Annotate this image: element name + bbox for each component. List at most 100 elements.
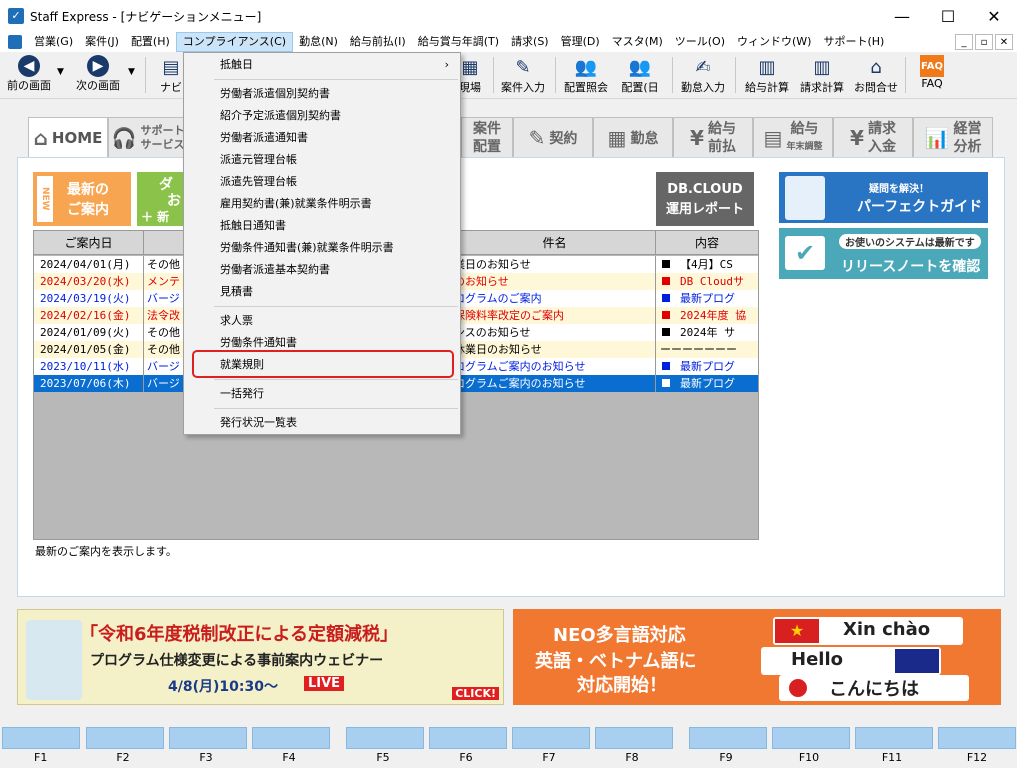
- multilingual-banner[interactable]: NEO多言語対応 英語・ベトナム語に 対応開始！ ★ Xin chào Hell…: [513, 609, 1001, 705]
- fkey-f1-button[interactable]: [2, 727, 80, 749]
- fkey-label: F7: [542, 751, 556, 764]
- fkey-f5-button[interactable]: [346, 727, 424, 749]
- fkey-f9-button[interactable]: [689, 727, 767, 749]
- minimize-button[interactable]: —: [879, 0, 925, 32]
- fkey-f10-button[interactable]: [772, 727, 850, 749]
- tab-case-placement[interactable]: 案件 配置: [461, 117, 513, 159]
- menu-support[interactable]: サポート(H): [817, 32, 890, 52]
- header-content[interactable]: 内容: [656, 231, 758, 255]
- mdi-minimize-button[interactable]: _: [955, 34, 973, 50]
- mdi-restore-button[interactable]: ▫: [975, 34, 993, 50]
- menu-item-11[interactable]: 求人票: [185, 310, 459, 332]
- case-input-button[interactable]: ✎ 案件入力: [497, 55, 549, 97]
- row-subject: 保険料率改定のご案内: [454, 307, 656, 324]
- tab-attendance[interactable]: ▦ 勤怠: [593, 117, 673, 159]
- menu-compliance[interactable]: コンプライアンス(C): [175, 32, 294, 52]
- menu-item-3[interactable]: 労働者派遣通知書: [185, 127, 459, 149]
- menu-window[interactable]: ウィンドウ(W): [731, 32, 817, 52]
- highlight-box: [192, 350, 454, 378]
- tab-billing[interactable]: ¥ 請求 入金: [833, 117, 913, 159]
- menu-item-6[interactable]: 雇用契約書(兼)就業条件明示書: [185, 193, 459, 215]
- menu-salary-advance[interactable]: 給与前払(I): [344, 32, 412, 52]
- menu-management[interactable]: 管理(D): [555, 32, 606, 52]
- table-icon: ▤: [763, 126, 783, 150]
- menu-item-4[interactable]: 派遣元管理台帳: [185, 149, 459, 171]
- menu-separator: [214, 408, 458, 409]
- menu-case[interactable]: 案件(J): [79, 32, 125, 52]
- square-marker-icon: [662, 379, 670, 387]
- menu-sales[interactable]: 営業(G): [28, 32, 79, 52]
- menu-item-label: 抵触日: [220, 58, 253, 71]
- header-date[interactable]: ご案内日: [34, 231, 144, 255]
- tab-year-end[interactable]: ▤ 給与 年末調整: [753, 117, 833, 159]
- faq-button[interactable]: FAQ FAQ: [912, 55, 952, 97]
- row-category: バージ: [147, 360, 180, 373]
- menu-item-10[interactable]: 見積書: [185, 281, 459, 303]
- placement-inquiry-button[interactable]: 👥 配置照会: [560, 55, 612, 97]
- placement-day-button[interactable]: 👥 配置(日: [617, 55, 663, 97]
- menu-item-9[interactable]: 労働者派遣基本契約書: [185, 259, 459, 281]
- menu-item-15[interactable]: 発行状況一覧表: [185, 412, 459, 434]
- row-subject: 休業日のお知らせ: [454, 341, 656, 358]
- people-icon: 👥: [628, 56, 652, 78]
- fkey-f3-button[interactable]: [169, 727, 247, 749]
- billing-calc-button[interactable]: ▥ 請求計算: [796, 55, 848, 97]
- menu-placement[interactable]: 配置(H): [125, 32, 176, 52]
- tab-support[interactable]: 🎧 サポート サービス: [108, 117, 188, 159]
- fkey-f2-button[interactable]: [86, 727, 164, 749]
- menu-item-1[interactable]: 労働者派遣個別契約書: [185, 83, 459, 105]
- fkey-label: F10: [798, 751, 820, 764]
- mdi-app-icon[interactable]: [8, 35, 22, 49]
- maximize-button[interactable]: ☐: [925, 0, 971, 32]
- menu-item-2[interactable]: 紹介予定派遣個別契約書: [185, 105, 459, 127]
- latest-news-button[interactable]: NEW 最新の ご案内: [33, 172, 131, 226]
- menu-master[interactable]: マスタ(M): [606, 32, 669, 52]
- release-notes-banner[interactable]: ✔ お使いのシステムは最新です リリースノートを確認: [779, 228, 988, 279]
- fkey-f4-button[interactable]: [252, 727, 330, 749]
- fkey-label: F6: [459, 751, 473, 764]
- menu-salary-bonus[interactable]: 給与賞与年調(T): [412, 32, 505, 52]
- salary-calc-button[interactable]: ▥ 給与計算: [741, 55, 793, 97]
- row-content: 最新プログ: [680, 360, 735, 373]
- row-subject: ログラムご案内のお知らせ: [454, 358, 656, 375]
- fkey-f12-button[interactable]: [938, 727, 1016, 749]
- forward-dropdown-icon[interactable]: ▼: [128, 67, 135, 77]
- fkey-f7-button[interactable]: [512, 727, 590, 749]
- menu-tools[interactable]: ツール(O): [669, 32, 731, 52]
- tab-management[interactable]: 📊 経営 分析: [913, 117, 993, 159]
- fkey-f8-button[interactable]: [595, 727, 673, 749]
- perfect-guide-banner[interactable]: 疑問を解決！ パーフェクトガイド: [779, 172, 988, 223]
- menu-item-7[interactable]: 抵触日通知書: [185, 215, 459, 237]
- fkey-f6-button[interactable]: [429, 727, 507, 749]
- green-info-button[interactable]: ダ お ＋ 新: [137, 172, 187, 226]
- headset-icon: 🎧: [111, 126, 137, 150]
- forward-button[interactable]: ▶ 次の画面: [72, 55, 124, 97]
- tax-webinar-banner[interactable]: 「令和6年度税制改正による定額減税」 プログラム仕様変更による事前案内ウェビナー…: [17, 609, 504, 705]
- menu-item-5[interactable]: 派遣先管理台帳: [185, 171, 459, 193]
- analysis-icon: 📊: [924, 126, 950, 150]
- navi-button[interactable]: ▤ ナビ: [158, 55, 184, 97]
- back-button[interactable]: ◀ 前の画面: [4, 55, 54, 97]
- mdi-close-button[interactable]: ✕: [995, 34, 1013, 50]
- menu-item-0[interactable]: 抵触日 ›: [185, 54, 459, 76]
- square-marker-icon: [662, 260, 670, 268]
- row-content: 2024年度 協: [680, 309, 747, 322]
- attendance-input-button[interactable]: ✍ 勤怠入力: [677, 55, 729, 97]
- tab-salary-advance[interactable]: ¥ 給与 前払: [673, 117, 753, 159]
- menu-attendance[interactable]: 勤怠(N): [293, 32, 344, 52]
- fkey-f11-button[interactable]: [855, 727, 933, 749]
- menu-item-14[interactable]: 一括発行: [185, 383, 459, 405]
- inquiry-button[interactable]: ⌂ お問合せ: [852, 55, 900, 97]
- tab-home[interactable]: ⌂ HOME: [28, 117, 108, 159]
- menu-billing[interactable]: 請求(S): [505, 32, 555, 52]
- chevron-right-icon: ›: [444, 58, 449, 71]
- menu-item-8[interactable]: 労働条件通知書(兼)就業条件明示書: [185, 237, 459, 259]
- row-content-cell: 最新プログ: [656, 290, 758, 307]
- fkey-label: F5: [376, 751, 390, 764]
- row-content: 2024年 サ: [680, 326, 736, 339]
- header-subject[interactable]: 件名: [454, 231, 656, 255]
- tab-contract[interactable]: ✎ 契約: [513, 117, 593, 159]
- back-dropdown-icon[interactable]: ▼: [57, 67, 64, 77]
- close-button[interactable]: ✕: [971, 0, 1017, 32]
- dbcloud-report-button[interactable]: DB.CLOUD 運用レポート: [656, 172, 754, 226]
